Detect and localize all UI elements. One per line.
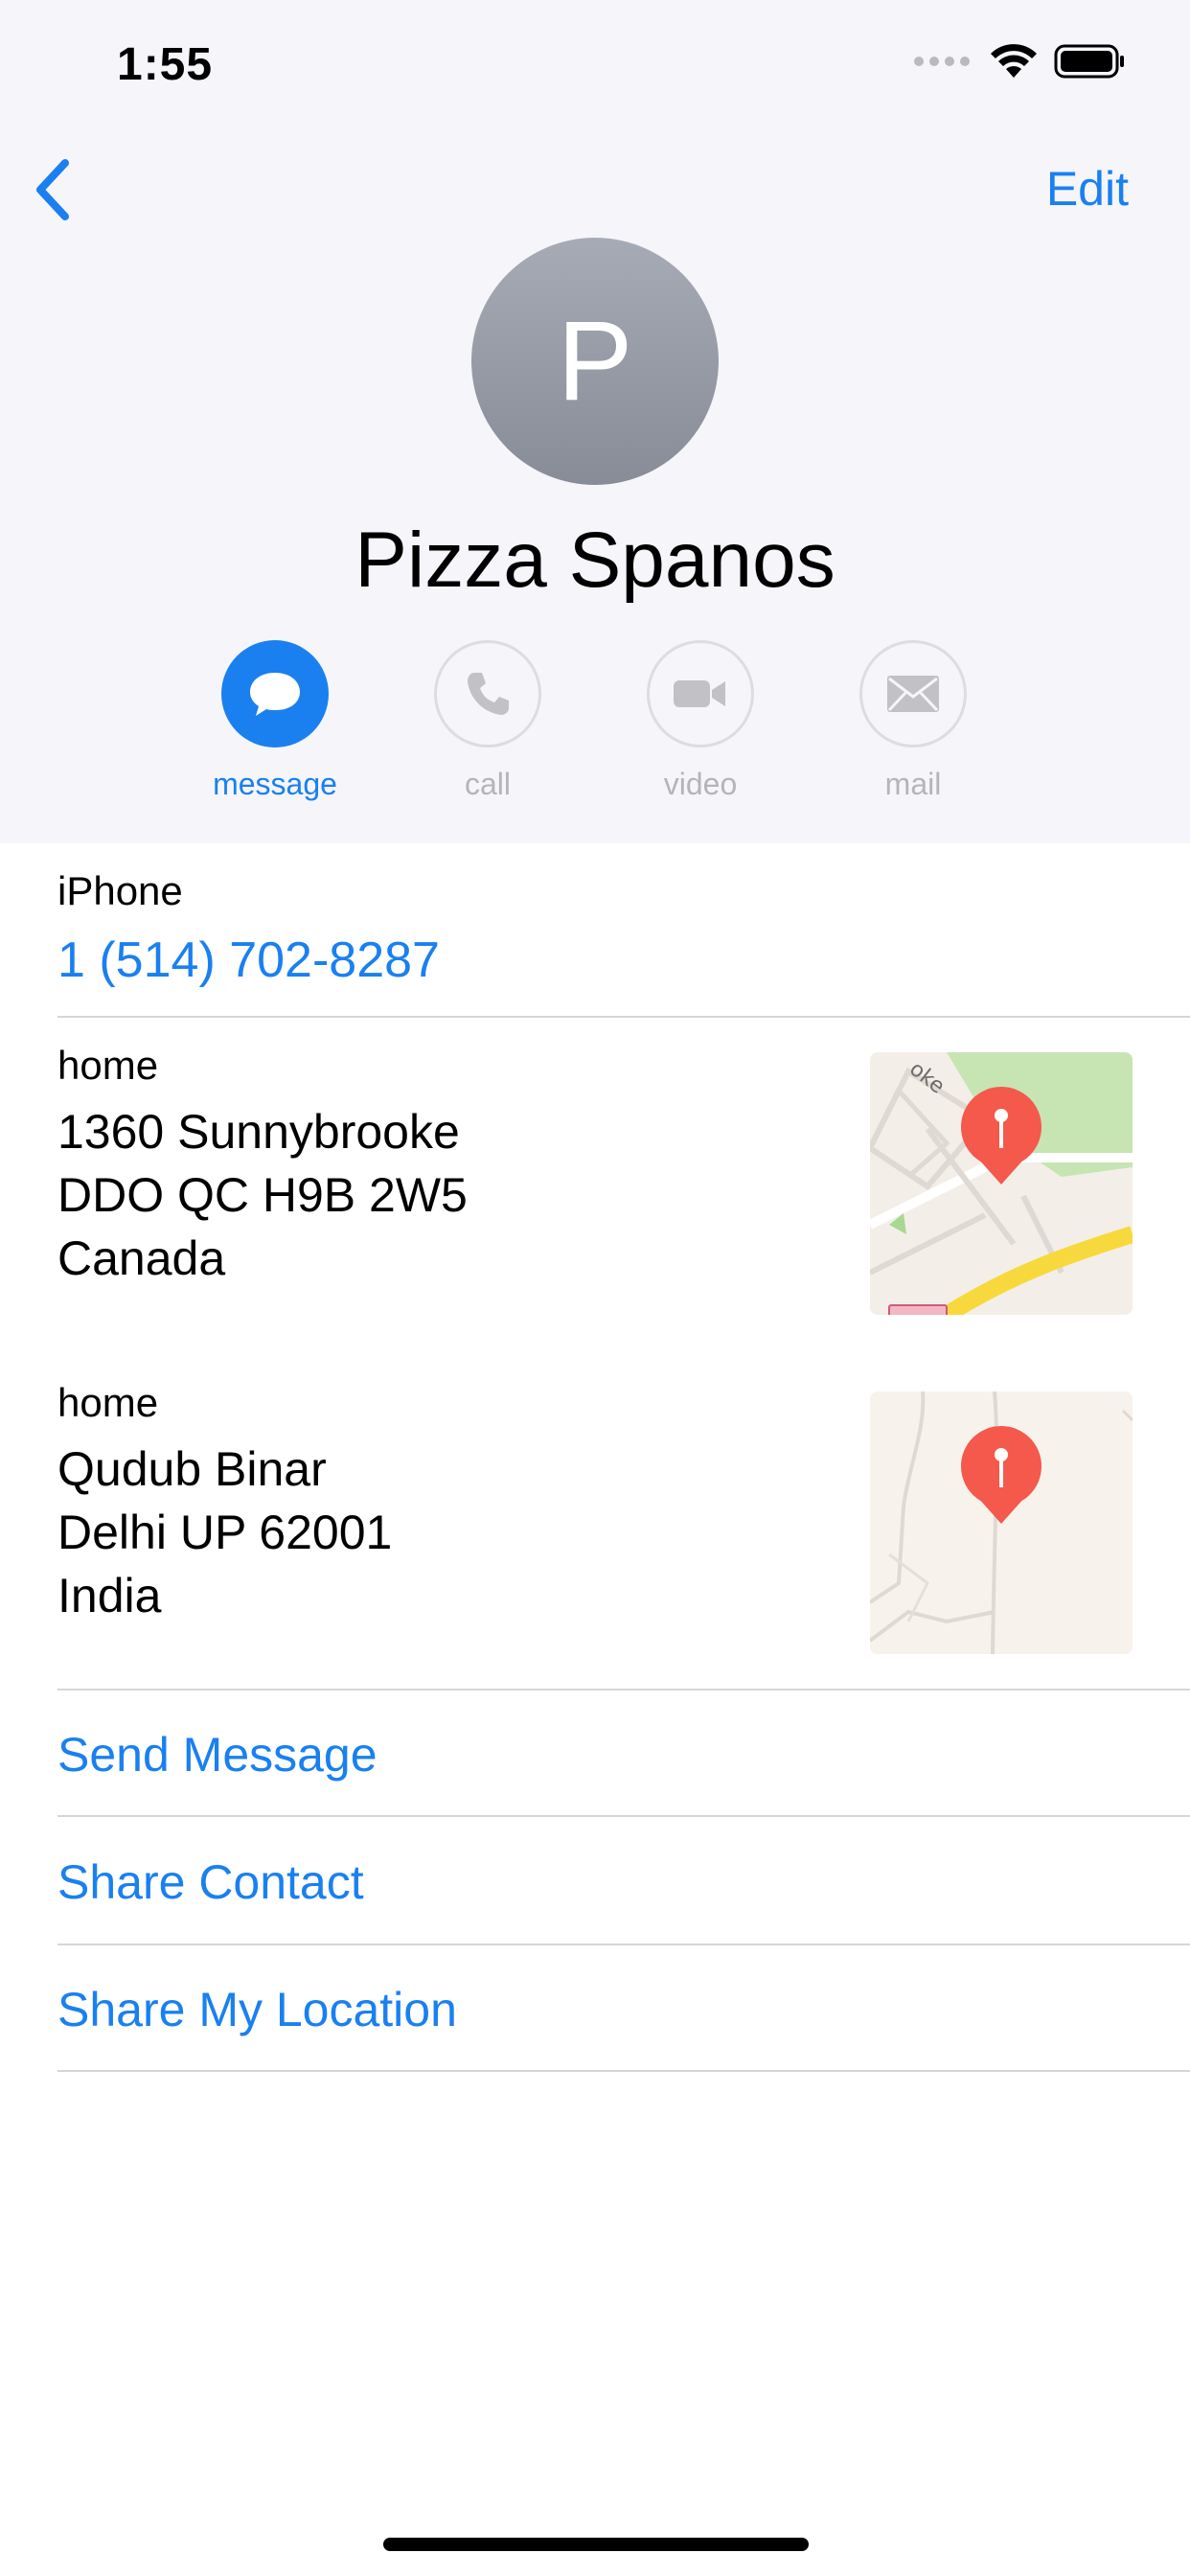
message-action[interactable]: message bbox=[198, 640, 352, 802]
signal-dots-icon bbox=[914, 57, 970, 66]
share-contact-link[interactable]: Share Contact bbox=[57, 1854, 364, 1910]
envelope-icon bbox=[887, 676, 939, 712]
send-message-link[interactable]: Send Message bbox=[57, 1727, 378, 1782]
mail-action[interactable]: mail bbox=[836, 640, 990, 802]
address-label: home bbox=[57, 1043, 159, 1088]
map-thumbnail[interactable]: oke bbox=[870, 1052, 1133, 1315]
divider bbox=[57, 1016, 1190, 1018]
address-line: India bbox=[57, 1569, 162, 1622]
video-camera-icon bbox=[674, 680, 725, 707]
address-line: Qudub Binar bbox=[57, 1442, 327, 1496]
map-image bbox=[870, 1392, 1133, 1654]
phone-number-link[interactable]: 1 (514) 702-8287 bbox=[57, 932, 440, 989]
avatar: P bbox=[471, 238, 719, 485]
call-button[interactable] bbox=[434, 640, 541, 748]
call-action[interactable]: call bbox=[411, 640, 564, 802]
status-time: 1:55 bbox=[117, 39, 214, 90]
address-line: 1360 Sunnybrooke bbox=[57, 1105, 460, 1159]
phone-icon bbox=[468, 673, 509, 715]
divider bbox=[57, 1815, 1190, 1817]
message-button[interactable] bbox=[221, 640, 329, 748]
battery-icon bbox=[1054, 44, 1124, 79]
map-image: oke bbox=[870, 1052, 1133, 1315]
message-bubble-icon bbox=[250, 673, 300, 716]
message-label: message bbox=[213, 767, 337, 801]
address-line: DDO QC H9B 2W5 bbox=[57, 1168, 468, 1222]
phone-label: iPhone bbox=[57, 868, 183, 913]
action-buttons: message call video mail bbox=[0, 640, 1190, 813]
address-label: home bbox=[57, 1380, 159, 1425]
edit-button[interactable]: Edit bbox=[1046, 161, 1129, 217]
mail-button[interactable] bbox=[859, 640, 967, 748]
address-text[interactable]: Qudub Binar Delhi UP 62001 India bbox=[57, 1438, 392, 1627]
chevron-left-icon[interactable] bbox=[29, 155, 77, 224]
home-indicator[interactable] bbox=[383, 2538, 809, 2551]
divider bbox=[57, 2070, 1190, 2072]
address-text[interactable]: 1360 Sunnybrooke DDO QC H9B 2W5 Canada bbox=[57, 1100, 468, 1290]
status-icons bbox=[914, 42, 1127, 80]
avatar-initial: P bbox=[557, 298, 633, 425]
share-location-link[interactable]: Share My Location bbox=[57, 1982, 457, 2037]
divider bbox=[57, 1944, 1190, 1945]
address-line: Delhi UP 62001 bbox=[57, 1506, 393, 1559]
video-action[interactable]: video bbox=[624, 640, 777, 802]
mail-label: mail bbox=[884, 767, 942, 801]
video-label: video bbox=[663, 767, 738, 801]
address-line: Canada bbox=[57, 1231, 226, 1285]
video-button[interactable] bbox=[647, 640, 754, 748]
wifi-icon bbox=[991, 44, 1037, 78]
call-label: call bbox=[464, 767, 511, 801]
divider bbox=[57, 1689, 1190, 1690]
contact-name: Pizza Spanos bbox=[355, 517, 835, 604]
map-thumbnail[interactable] bbox=[870, 1392, 1133, 1654]
